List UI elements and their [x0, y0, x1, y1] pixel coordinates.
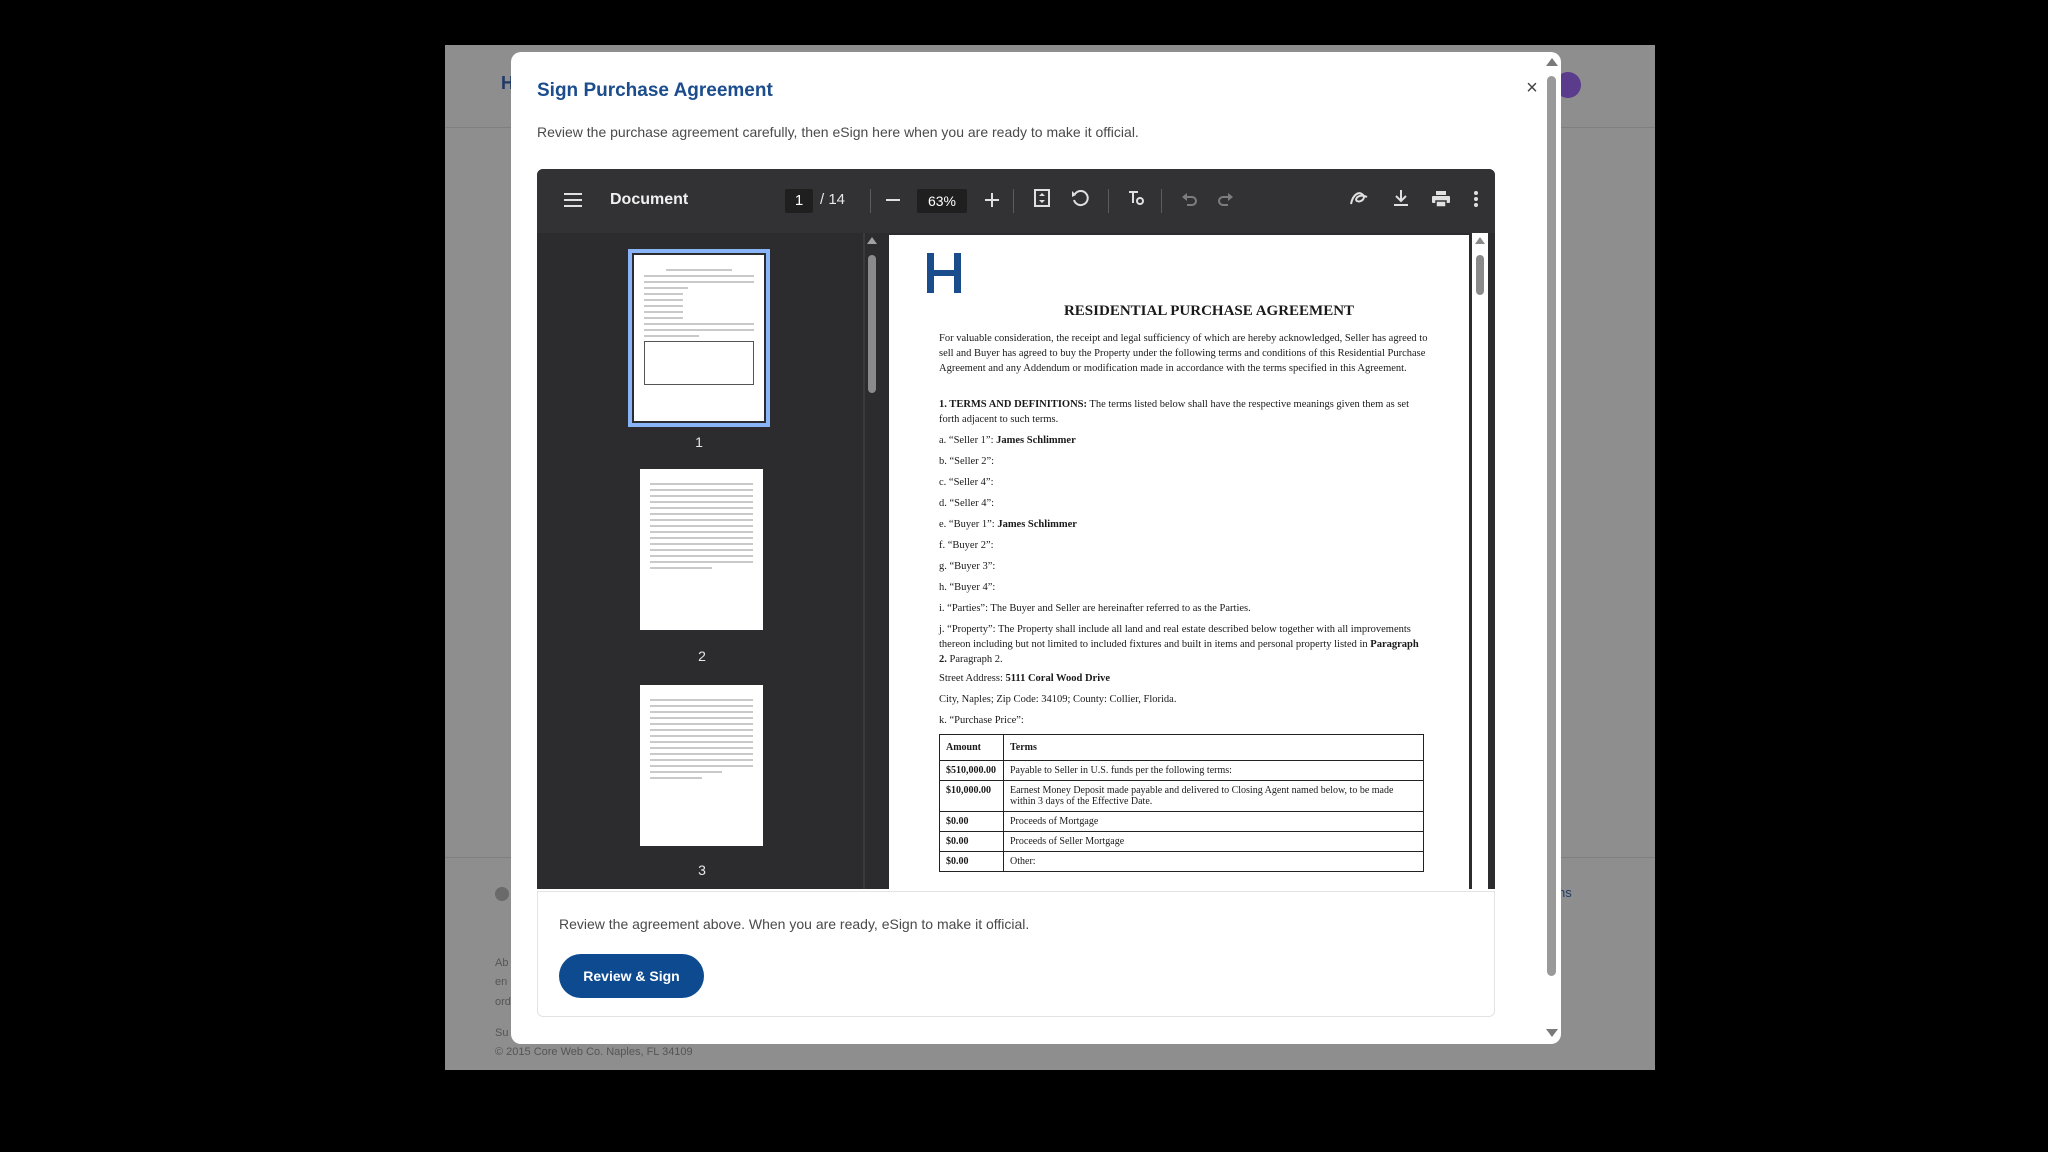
street-address: Street Address: 5111 Coral Wood Drive — [939, 673, 1111, 684]
more-vertical-icon[interactable] — [1464, 189, 1488, 213]
table-row: $0.00 Proceeds of Mortgage — [939, 811, 1424, 832]
purchase-price-label: k. “Purchase Price”: — [939, 715, 1024, 726]
definition-item: b. “Seller 2”: — [939, 456, 995, 467]
close-icon[interactable]: × — [1518, 74, 1546, 102]
definition-item: e. “Buyer 1”: James Schlimmer — [939, 519, 1077, 530]
sign-card: Review the agreement above. When you are… — [537, 891, 1495, 1017]
fit-page-icon[interactable] — [1030, 189, 1054, 213]
document-scrollbar[interactable] — [1472, 233, 1488, 889]
table-header-row: Amount Terms — [939, 734, 1424, 761]
thumbnail-number: 2 — [698, 648, 706, 664]
table-cell-terms: Payable to Seller in U.S. funds per the … — [1003, 760, 1424, 781]
redo-icon[interactable] — [1214, 189, 1238, 213]
pdf-viewer: Document 1 / 14 63% 1 2 3 RESIDENTIAL PU… — [537, 169, 1495, 889]
download-icon[interactable] — [1389, 189, 1413, 213]
pdf-toolbar: Document 1 / 14 63% — [537, 169, 1495, 233]
scroll-up-arrow-icon[interactable] — [1546, 58, 1558, 66]
background-footer-text: ord — [495, 996, 511, 1008]
undo-icon[interactable] — [1177, 189, 1201, 213]
document-page-area: RESIDENTIAL PURCHASE AGREEMENT For valua… — [879, 233, 1495, 889]
review-and-sign-button[interactable]: Review & Sign — [559, 954, 704, 998]
print-icon[interactable] — [1429, 189, 1453, 213]
definition-item: i. “Parties”: The Buyer and Seller are h… — [939, 603, 1251, 614]
page-total: / 14 — [820, 191, 846, 208]
rotate-icon[interactable] — [1068, 189, 1092, 213]
thumbnail-panel: 1 2 3 — [537, 233, 863, 889]
scroll-down-arrow-icon[interactable] — [1546, 1029, 1558, 1037]
toolbar-divider — [1108, 189, 1109, 213]
terms-paragraph: 1. TERMS AND DEFINITIONS: The terms list… — [939, 397, 1429, 427]
thumbnail-content — [644, 269, 754, 411]
plus-icon[interactable] — [980, 189, 1004, 213]
toolbar-divider — [1013, 189, 1014, 213]
thumbnail-scroll-thumb[interactable] — [868, 255, 876, 393]
minus-icon[interactable] — [881, 189, 905, 213]
definition-item: h. “Buyer 4”: — [939, 582, 996, 593]
toolbar-divider — [1161, 189, 1162, 213]
thumbnail-content — [650, 483, 753, 620]
table-row: $510,000.00 Payable to Seller in U.S. fu… — [939, 760, 1424, 781]
sign-agreement-modal: Sign Purchase Agreement × Review the pur… — [511, 52, 1561, 1044]
table-cell-terms: Earnest Money Deposit made payable and d… — [1003, 780, 1424, 812]
background-footer-icon — [495, 887, 509, 901]
thumbnail-scrollbar[interactable] — [865, 233, 879, 889]
definition-item: f. “Buyer 2”: — [939, 540, 994, 551]
purchase-price-table: Amount Terms $510,000.00 Payable to Sell… — [939, 734, 1424, 872]
page-thumbnail[interactable] — [640, 469, 763, 630]
table-cell-amount: $10,000.00 — [939, 780, 1004, 812]
table-cell-amount: $510,000.00 — [939, 760, 1004, 781]
table-row: $0.00 Proceeds of Seller Mortgage — [939, 831, 1424, 852]
table-header: Amount — [939, 734, 1004, 761]
thumbnail-content — [650, 699, 753, 836]
document-title: Document — [610, 191, 689, 208]
page-number-input[interactable]: 1 — [785, 189, 813, 213]
city-line: City, Naples; Zip Code: 34109; County: C… — [939, 694, 1177, 705]
menu-icon[interactable] — [561, 189, 585, 213]
page-thumbnail[interactable] — [640, 685, 763, 846]
annotate-icon[interactable] — [1124, 189, 1148, 213]
modal-scroll-thumb[interactable] — [1547, 76, 1556, 976]
table-cell-amount: $0.00 — [939, 811, 1004, 832]
background-footer-text: Su — [495, 1027, 509, 1039]
table-row: $10,000.00 Earnest Money Deposit made pa… — [939, 780, 1424, 812]
modal-description: Review the purchase agreement carefully,… — [537, 124, 1139, 140]
modal-scrollbar[interactable] — [1544, 54, 1558, 1042]
table-cell-terms: Other: — [1003, 851, 1424, 872]
modal-title: Sign Purchase Agreement — [537, 80, 773, 101]
table-row: $0.00 Other: — [939, 851, 1424, 872]
property-definition: j. “Property”: The Property shall includ… — [939, 624, 1419, 665]
zoom-level-input[interactable]: 63% — [917, 189, 967, 213]
terms-title: 1. TERMS AND DEFINITIONS: — [939, 399, 1087, 410]
definition-item: c. “Seller 4”: — [939, 477, 994, 488]
definition-item: g. “Buyer 3”: — [939, 561, 996, 572]
table-cell-amount: $0.00 — [939, 831, 1004, 852]
table-cell-terms: Proceeds of Seller Mortgage — [1003, 831, 1424, 852]
background-footer-text: Ab — [495, 957, 509, 969]
table-header: Terms — [1003, 734, 1424, 761]
thumbnail-number: 1 — [695, 434, 703, 450]
definition-item: d. “Seller 4”: — [939, 498, 995, 509]
toolbar-divider — [870, 189, 871, 213]
scroll-up-arrow-icon[interactable] — [1475, 237, 1485, 244]
document-intro: For valuable consideration, the receipt … — [939, 333, 1428, 374]
background-copyright: © 2015 Core Web Co. Naples, FL 34109 — [495, 1046, 693, 1058]
page-thumbnail[interactable] — [628, 249, 770, 427]
table-cell-amount: $0.00 — [939, 851, 1004, 872]
document-page: RESIDENTIAL PURCHASE AGREEMENT For valua… — [889, 235, 1469, 889]
signature-icon[interactable] — [1347, 189, 1371, 213]
definition-item: a. “Seller 1”: James Schlimmer — [939, 435, 1076, 446]
sign-instructions: Review the agreement above. When you are… — [559, 916, 1030, 932]
background-footer-text: en — [495, 976, 508, 988]
thumbnail-number: 3 — [698, 862, 706, 878]
document-scroll-thumb[interactable] — [1476, 255, 1484, 295]
table-cell-terms: Proceeds of Mortgage — [1003, 811, 1424, 832]
document-heading: RESIDENTIAL PURCHASE AGREEMENT — [1063, 303, 1355, 319]
company-logo — [927, 253, 961, 293]
scroll-up-arrow-icon[interactable] — [867, 237, 877, 244]
